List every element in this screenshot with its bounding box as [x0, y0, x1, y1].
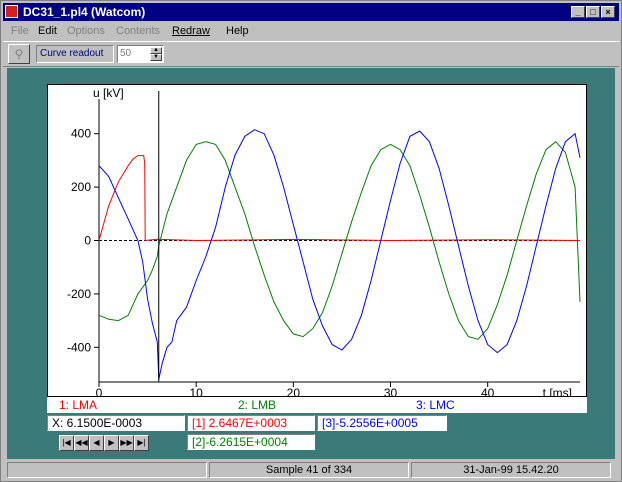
- menu-edit[interactable]: Edit: [38, 22, 57, 40]
- next-sample-button[interactable]: ▶: [104, 435, 119, 451]
- menu-bar: File Edit Options Contents Redraw Help: [3, 22, 619, 40]
- next-icon: ▶: [108, 438, 115, 447]
- y-tick-label: 0: [84, 234, 91, 248]
- next-page-button[interactable]: ▶▶: [119, 435, 134, 451]
- prev-page-icon: ◀◀: [75, 438, 88, 447]
- plot-client-area: 400 200 0 -200 -400 0 10 20 30 40 u [kV] t [ms] 1: …: [7, 68, 615, 459]
- prev-sample-button[interactable]: ◀: [89, 435, 104, 451]
- series-1-line: [98, 155, 581, 242]
- zoom-icon: ⚲: [14, 47, 24, 61]
- y-tick-label: -400: [67, 340, 91, 354]
- curve-readout-label: Curve readout: [36, 45, 114, 63]
- last-sample-button[interactable]: ▶|: [134, 435, 149, 451]
- curve-readout-spinner[interactable]: ▲ ▼: [117, 45, 164, 63]
- prev-page-button[interactable]: ◀◀: [74, 435, 89, 451]
- x-readout: X: 6.1500E-0003: [47, 415, 185, 431]
- main-window: DC31_1.pl4 (Watcom) _ □ × File Edit Opti…: [0, 0, 622, 482]
- close-button[interactable]: ×: [601, 6, 615, 18]
- legend-series-2: 2: LMB: [238, 398, 277, 412]
- last-icon: ▶|: [137, 438, 146, 447]
- series-2-readout: [2]-6.2615E+0004: [187, 434, 315, 450]
- series-3-readout: [3]-5.2556E+0005: [317, 415, 447, 431]
- menu-help[interactable]: Help: [226, 22, 249, 40]
- window-title: DC31_1.pl4 (Watcom): [23, 5, 146, 19]
- status-datetime: 31-Jan-99 15.42.20: [411, 462, 611, 478]
- waveform-chart[interactable]: 4002000-200-4000 10 20 30 40u [kV]t [ms]: [48, 85, 588, 397]
- curve-readout-input[interactable]: [119, 47, 149, 60]
- menu-options[interactable]: Options: [67, 22, 105, 40]
- series-1-readout: [1] 2.6467E+0003: [187, 415, 315, 431]
- status-pane-empty: [7, 462, 207, 478]
- series-3-line: [98, 129, 581, 380]
- menu-contents[interactable]: Contents: [116, 22, 160, 40]
- spin-up-icon[interactable]: ▲: [150, 47, 162, 54]
- first-sample-button[interactable]: |◀: [59, 435, 74, 451]
- menu-redraw[interactable]: Redraw: [172, 22, 210, 40]
- title-bar[interactable]: DC31_1.pl4 (Watcom) _ □ ×: [3, 3, 619, 21]
- legend-series-1: 1: LMA: [59, 398, 98, 412]
- status-bar: Sample 41 of 334 31-Jan-99 15.42.20: [3, 460, 619, 480]
- toolbar: ⚲ Curve readout ▲ ▼: [3, 41, 619, 67]
- legend: 1: LMA 2: LMB 3: LMC: [47, 396, 587, 413]
- next-page-icon: ▶▶: [120, 438, 133, 447]
- menu-file[interactable]: File: [11, 22, 29, 40]
- y-tick-label: -200: [67, 287, 91, 301]
- maximize-button[interactable]: □: [586, 6, 600, 18]
- y-axis-label: u [kV]: [93, 86, 124, 100]
- plot-frame[interactable]: 400 200 0 -200 -400 0 10 20 30 40 u [kV] t [ms]: [47, 84, 587, 412]
- y-tick-label: 400: [71, 127, 91, 141]
- zoom-button[interactable]: ⚲: [8, 44, 30, 64]
- minimize-button[interactable]: _: [571, 6, 585, 18]
- prev-icon: ◀: [93, 438, 100, 447]
- y-tick-label: 200: [71, 180, 91, 194]
- first-icon: |◀: [62, 438, 71, 447]
- legend-series-3: 3: LMC: [416, 398, 455, 412]
- spin-down-icon[interactable]: ▼: [150, 54, 162, 61]
- status-sample: Sample 41 of 334: [209, 462, 409, 478]
- app-icon[interactable]: [5, 5, 18, 18]
